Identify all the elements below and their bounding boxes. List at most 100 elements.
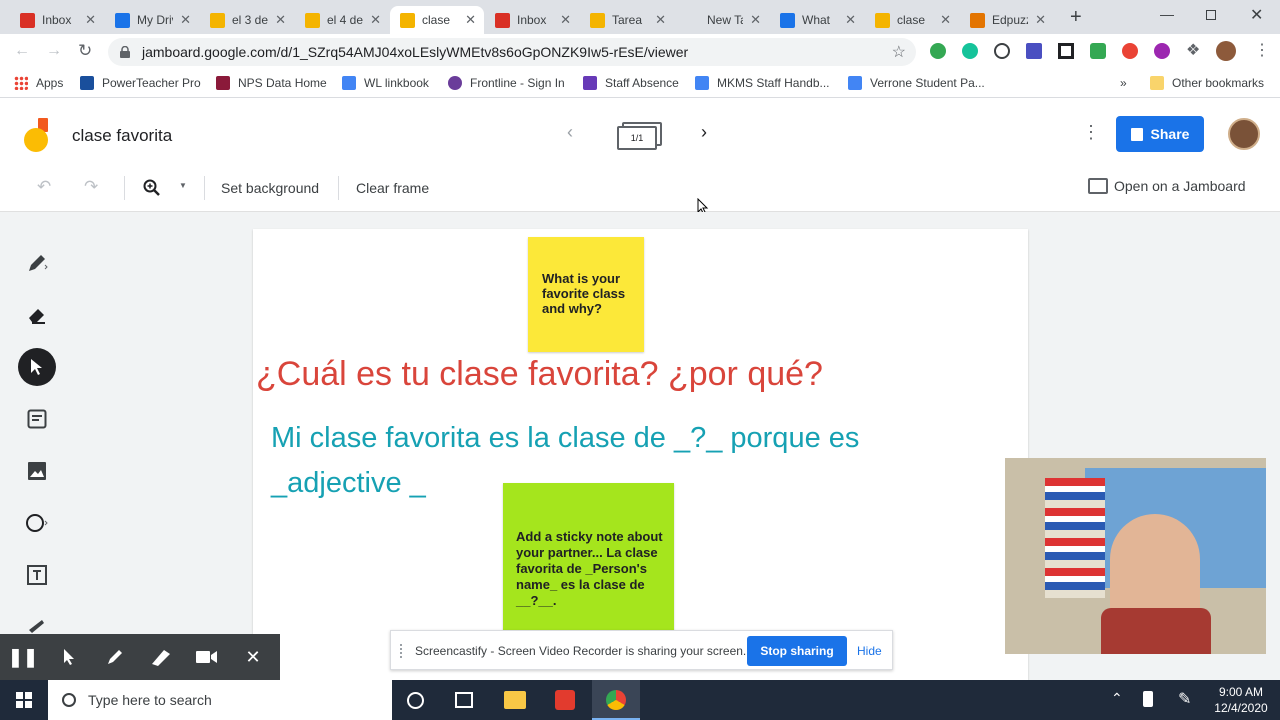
browser-tab[interactable]: New Tab ✕ xyxy=(675,6,769,34)
clear-frame-button[interactable]: Clear frame xyxy=(356,180,429,196)
task-view-icon[interactable] xyxy=(455,692,473,708)
extension-icon[interactable] xyxy=(930,43,946,59)
close-window-button[interactable]: ✕ xyxy=(1250,5,1263,25)
bookmark-mkms-handbook[interactable]: MKMS Staff Handb... xyxy=(695,76,830,90)
extension-icon[interactable] xyxy=(1026,43,1042,59)
cursor-tool-icon[interactable] xyxy=(46,634,92,680)
account-avatar[interactable] xyxy=(1228,118,1260,150)
browser-tab[interactable]: Inbox ✕ xyxy=(485,6,579,34)
close-icon[interactable]: ✕ xyxy=(230,634,276,680)
tray-expand-icon[interactable]: ⌃ xyxy=(1111,690,1123,707)
highlighter-icon[interactable] xyxy=(138,634,184,680)
close-tab-icon[interactable]: ✕ xyxy=(275,12,286,28)
app-icon[interactable] xyxy=(555,690,575,710)
star-icon[interactable]: ☆ xyxy=(892,42,906,62)
pen-tool-button[interactable] xyxy=(18,244,56,282)
minimize-button[interactable]: — xyxy=(1160,6,1174,22)
restore-icon[interactable] xyxy=(1206,10,1216,20)
zoom-dropdown-icon[interactable]: ▼ xyxy=(179,181,187,190)
board-sentence-line2[interactable]: _adjective _ xyxy=(271,467,426,500)
forward-icon[interactable]: → xyxy=(46,42,62,60)
more-options-icon[interactable]: ⋮ xyxy=(1082,122,1100,143)
redo-icon[interactable]: ↷ xyxy=(84,177,98,197)
close-tab-icon[interactable]: ✕ xyxy=(560,12,571,28)
browser-tab[interactable]: el 4 de ✕ xyxy=(295,6,389,34)
bookmark-staff-absence[interactable]: Staff Absence xyxy=(583,76,679,90)
bookmark-powerteacher[interactable]: PowerTeacher Pro xyxy=(80,76,201,90)
extension-icon[interactable] xyxy=(1058,43,1074,59)
zoom-icon[interactable] xyxy=(143,179,161,197)
hide-button[interactable]: Hide xyxy=(857,644,882,658)
close-tab-icon[interactable]: ✕ xyxy=(750,12,761,28)
close-tab-icon[interactable]: ✕ xyxy=(465,12,476,28)
taskbar-search-box[interactable]: Type here to search xyxy=(48,680,392,720)
board-title[interactable]: clase favorita xyxy=(72,126,172,146)
frame-bar-button[interactable]: 1/1 xyxy=(617,122,663,150)
windows-start-button[interactable] xyxy=(0,680,48,720)
browser-tab[interactable]: Inbox ✕ xyxy=(10,6,104,34)
browser-tab[interactable]: el 3 de ✕ xyxy=(200,6,294,34)
shield-icon[interactable] xyxy=(994,43,1010,59)
bookmark-apps[interactable]: Apps xyxy=(14,76,63,90)
text-box-tool-button[interactable] xyxy=(18,556,56,594)
undo-icon[interactable]: ↶ xyxy=(37,177,51,197)
jamboard-logo[interactable] xyxy=(24,118,50,152)
back-icon[interactable]: ← xyxy=(14,42,30,60)
pause-icon[interactable]: ❚❚ xyxy=(0,634,46,680)
new-tab-button[interactable]: + xyxy=(1070,6,1082,29)
prev-frame-icon[interactable]: ‹ xyxy=(567,122,573,143)
sticky-note-tool-button[interactable] xyxy=(18,400,56,438)
share-button[interactable]: Share xyxy=(1116,116,1204,152)
extension-icon[interactable] xyxy=(1154,43,1170,59)
close-tab-icon[interactable]: ✕ xyxy=(85,12,96,28)
close-tab-icon[interactable]: ✕ xyxy=(180,12,191,28)
bookmarks-overflow[interactable]: » xyxy=(1120,76,1127,90)
board-heading[interactable]: ¿Cuál es tu clase favorita? ¿por qué? xyxy=(256,355,823,394)
image-tool-button[interactable] xyxy=(18,452,56,490)
battery-icon[interactable] xyxy=(1143,691,1153,707)
pen-workspace-icon[interactable]: ✎ xyxy=(1178,689,1191,709)
bookmark-other[interactable]: Other bookmarks xyxy=(1150,76,1264,90)
reload-icon[interactable]: ↻ xyxy=(78,41,92,61)
browser-tab[interactable]: What ✕ xyxy=(770,6,864,34)
open-on-jamboard-button[interactable]: Open on a Jamboard xyxy=(1088,178,1246,194)
clock[interactable]: 9:00 AM 12/4/2020 xyxy=(1208,684,1274,716)
cortana-icon[interactable] xyxy=(407,692,424,709)
close-tab-icon[interactable]: ✕ xyxy=(655,12,666,28)
set-background-button[interactable]: Set background xyxy=(221,180,319,196)
bookmark-verrone[interactable]: Verrone Student Pa... xyxy=(848,76,985,90)
sticky-note-yellow[interactable]: What is your favorite class and why? xyxy=(528,237,644,352)
jam-frame[interactable]: What is your favorite class and why? ¿Cu… xyxy=(253,229,1028,680)
chrome-taskbar-button[interactable] xyxy=(592,680,640,720)
puzzle-icon[interactable]: ❖ xyxy=(1186,40,1200,60)
browser-tab[interactable]: clase ✕ xyxy=(865,6,959,34)
browser-tab[interactable]: Edpuzzle ✕ xyxy=(960,6,1054,34)
next-frame-icon[interactable]: › xyxy=(701,122,707,143)
select-tool-button[interactable] xyxy=(18,348,56,386)
bookmark-frontline[interactable]: Frontline - Sign In xyxy=(448,76,565,90)
browser-tab[interactable]: clase ✕ xyxy=(390,6,484,34)
eraser-tool-button[interactable] xyxy=(18,296,56,334)
shape-tool-button[interactable] xyxy=(18,504,56,542)
close-tab-icon[interactable]: ✕ xyxy=(845,12,856,28)
close-tab-icon[interactable]: ✕ xyxy=(370,12,381,28)
browser-tab[interactable]: My Drive ✕ xyxy=(105,6,199,34)
sticky-note-green[interactable]: Add a sticky note about your partner... … xyxy=(503,483,674,633)
pen-draw-icon[interactable] xyxy=(92,634,138,680)
extension-icon[interactable] xyxy=(1090,43,1106,59)
close-tab-icon[interactable]: ✕ xyxy=(1035,12,1046,28)
board-sentence-line1[interactable]: Mi clase favorita es la clase de _?_ por… xyxy=(271,422,859,455)
profile-avatar[interactable] xyxy=(1216,41,1236,61)
address-bar[interactable]: jamboard.google.com/d/1_SZrq54AMJ04xoLEs… xyxy=(108,38,916,66)
camera-icon[interactable] xyxy=(184,634,230,680)
close-tab-icon[interactable]: ✕ xyxy=(940,12,951,28)
drag-handle-icon[interactable] xyxy=(400,644,406,658)
file-explorer-icon[interactable] xyxy=(504,691,526,709)
bookmark-wl-linkbook[interactable]: WL linkbook xyxy=(342,76,429,90)
menu-icon[interactable]: ⋮ xyxy=(1254,40,1270,60)
grammarly-icon[interactable] xyxy=(962,43,978,59)
browser-tab[interactable]: Tarea ✕ xyxy=(580,6,674,34)
stop-sharing-button[interactable]: Stop sharing xyxy=(747,636,847,666)
screencastify-icon[interactable] xyxy=(1122,43,1138,59)
bookmark-nps-data[interactable]: NPS Data Home xyxy=(216,76,327,90)
